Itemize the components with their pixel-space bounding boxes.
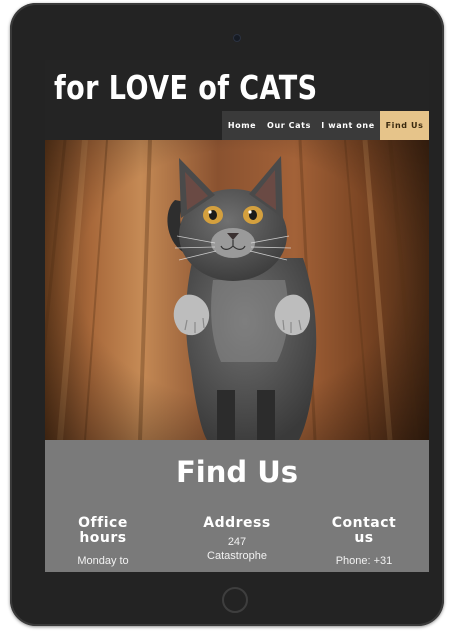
office-hours-heading: Office hours [78, 515, 128, 546]
nav-find-us[interactable]: Find Us [380, 111, 429, 140]
contact-column: Contact us Phone: +31 [309, 516, 419, 568]
site-header: for LOVE of CATS Home Our Cats I want on… [45, 60, 429, 140]
find-us-heading: Find Us [175, 455, 299, 489]
office-hours-column: Office hours Monday to [48, 516, 158, 568]
home-button[interactable] [222, 587, 248, 613]
nav-our-cats[interactable]: Our Cats [262, 111, 316, 140]
nav-i-want-one[interactable]: I want one [316, 111, 380, 140]
address-heading: Address [203, 515, 271, 531]
office-hours-text: Monday to [77, 555, 129, 567]
find-us-section: Find Us Office hours Monday to Address 2… [45, 440, 429, 572]
camera-icon [233, 34, 241, 42]
address-column: Address 247 Catastrophe [182, 516, 292, 563]
tablet-screen[interactable]: for LOVE of CATS Home Our Cats I want on… [45, 60, 429, 572]
main-nav: Home Our Cats I want one Find Us [222, 111, 429, 140]
address-text: 247 Catastrophe [207, 536, 267, 562]
cat-photo-illustration [45, 139, 429, 441]
nav-home[interactable]: Home [222, 111, 262, 140]
contact-phone-text: Phone: +31 [335, 555, 393, 567]
tablet-frame: for LOVE of CATS Home Our Cats I want on… [10, 3, 444, 626]
contact-heading: Contact us [331, 515, 397, 546]
site-title[interactable]: for LOVE of CATS [54, 68, 318, 107]
hero-cat-photo [45, 139, 429, 441]
